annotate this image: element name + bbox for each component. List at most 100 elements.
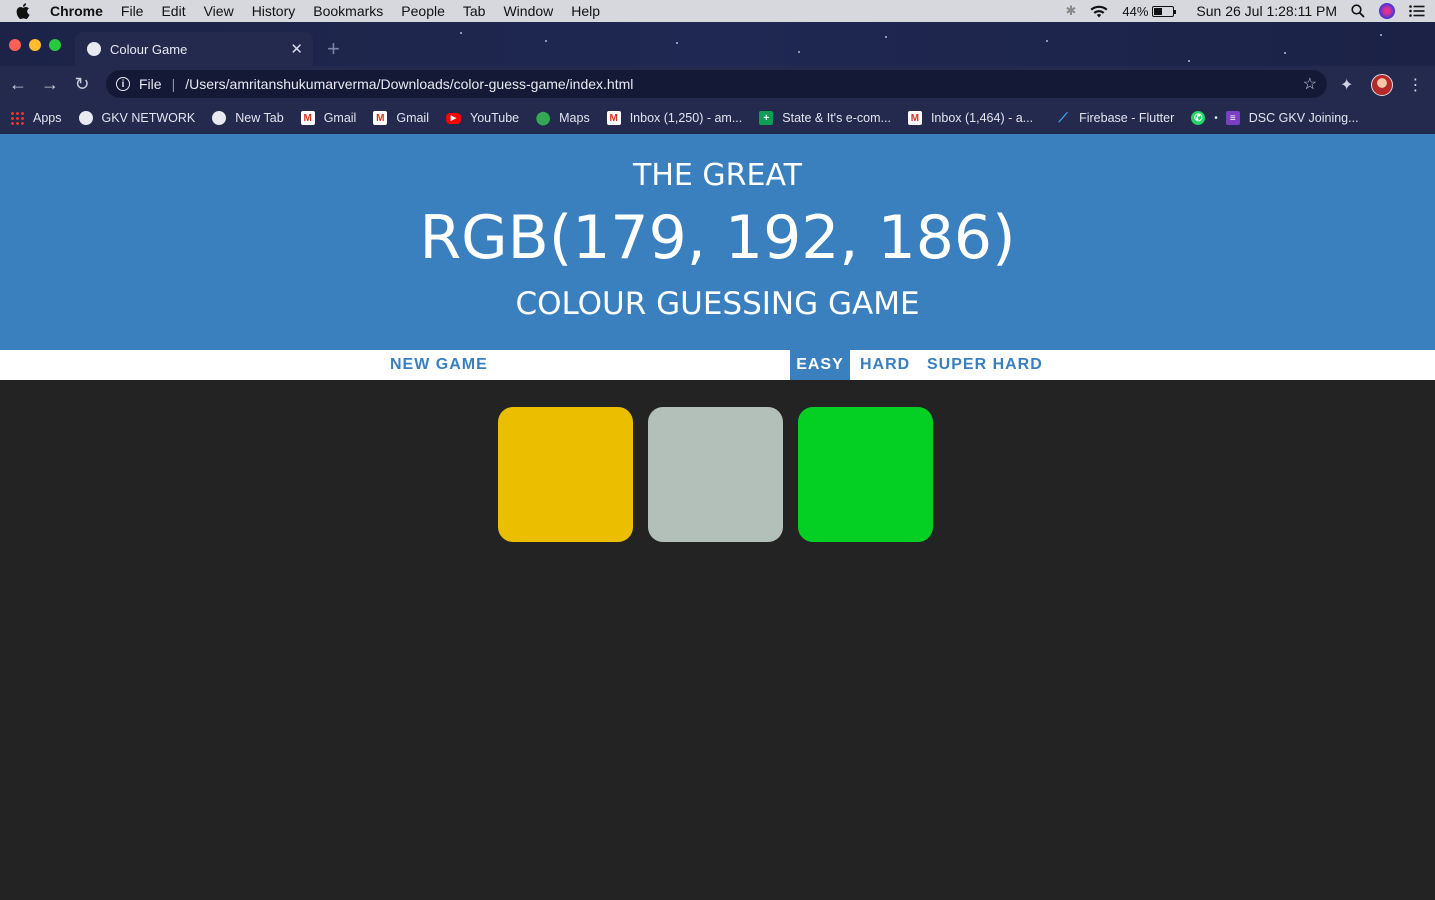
tab-title: Colour Game bbox=[110, 41, 188, 57]
new-tab-button[interactable]: + bbox=[327, 36, 340, 62]
url-text: /Users/amritanshukumarverma/Downloads/co… bbox=[185, 76, 634, 92]
color-square[interactable] bbox=[798, 407, 933, 542]
mode-super-hard-button[interactable]: SUPER HARD bbox=[921, 350, 1049, 380]
back-button[interactable]: ← bbox=[2, 74, 34, 95]
siri-icon[interactable] bbox=[1379, 3, 1395, 19]
bookmark-label: DSC GKV Joining... bbox=[1248, 111, 1359, 125]
menu-edit[interactable]: Edit bbox=[152, 3, 194, 19]
bookmark-state-ecom[interactable]: + State & It's e-com... bbox=[759, 111, 891, 125]
bookmark-label: YouTube bbox=[470, 111, 520, 125]
bookmark-whatsapp[interactable]: ✆ • bbox=[1191, 111, 1218, 125]
sheets-icon: + bbox=[759, 111, 774, 125]
maximize-window-button[interactable] bbox=[49, 39, 61, 51]
url-separator: | bbox=[171, 76, 176, 92]
menu-window[interactable]: Window bbox=[494, 3, 562, 19]
url-scheme-label: File bbox=[139, 76, 162, 92]
window-controls bbox=[9, 39, 69, 51]
bookmark-apps[interactable]: Apps bbox=[10, 111, 62, 125]
bookmark-label: New Tab bbox=[235, 111, 284, 125]
close-window-button[interactable] bbox=[9, 39, 21, 51]
globe-icon bbox=[87, 42, 101, 56]
gmail-icon: M bbox=[907, 111, 922, 125]
bookmark-label: Inbox (1,464) - a... bbox=[930, 111, 1034, 125]
menu-app-name[interactable]: Chrome bbox=[46, 3, 112, 19]
browser-toolbar: ← → ↻ i File | /Users/amritanshukumarver… bbox=[0, 66, 1435, 102]
maps-pin-icon: ⬤ bbox=[535, 110, 551, 125]
color-square[interactable] bbox=[498, 407, 633, 542]
menu-extras: ✱ 44% Sun 26 Jul 1:28:11 PM bbox=[1051, 3, 1435, 19]
bookmark-inbox-1250[interactable]: M Inbox (1,250) - am... bbox=[606, 111, 743, 125]
bookmark-label: Firebase - Flutter bbox=[1079, 111, 1175, 125]
bookmark-label: Maps bbox=[559, 111, 590, 125]
bookmark-new-tab[interactable]: New Tab bbox=[212, 111, 284, 125]
battery-status[interactable]: 44% bbox=[1122, 3, 1177, 19]
menu-help[interactable]: Help bbox=[562, 3, 609, 19]
bookmark-dsc-gkv[interactable]: ≡ DSC GKV Joining... bbox=[1225, 111, 1359, 125]
menu-tab[interactable]: Tab bbox=[454, 3, 495, 19]
spotlight-search-icon[interactable] bbox=[1351, 4, 1365, 18]
page-viewport: THE GREAT RGB(179, 192, 186) COLOUR GUES… bbox=[0, 134, 1435, 900]
bookmark-label: Inbox (1,250) - am... bbox=[629, 111, 743, 125]
bookmark-gmail-2[interactable]: M Gmail bbox=[373, 111, 429, 125]
whatsapp-icon: ✆ bbox=[1191, 111, 1206, 125]
header-line-title: COLOUR GUESSING GAME bbox=[515, 286, 920, 322]
battery-percent: 44% bbox=[1122, 3, 1149, 19]
tab-colour-game[interactable]: Colour Game ✕ bbox=[75, 32, 313, 66]
bookmark-gkv-network[interactable]: GKV NETWORK bbox=[78, 111, 196, 125]
browser-tab-strip: Colour Game ✕ + bbox=[0, 22, 1435, 66]
notification-center-icon[interactable] bbox=[1409, 5, 1425, 17]
apps-grid-icon bbox=[10, 111, 24, 125]
menu-history[interactable]: History bbox=[243, 3, 305, 19]
flutter-icon: ⟋ bbox=[1058, 110, 1068, 125]
globe-icon bbox=[212, 111, 227, 125]
forward-button[interactable]: → bbox=[34, 74, 66, 95]
bookmarks-bar: Apps GKV NETWORK New Tab M Gmail M Gmail ▶… bbox=[0, 102, 1435, 134]
bookmark-label: State & It's e-com... bbox=[782, 111, 891, 125]
new-game-button[interactable]: NEW GAME bbox=[384, 350, 494, 380]
gmail-icon: M bbox=[606, 111, 621, 125]
bluetooth-icon[interactable]: ✱ bbox=[1065, 3, 1076, 19]
youtube-icon: ▶ bbox=[446, 112, 461, 124]
bookmark-firebase-flutter[interactable]: ⟋ Firebase - Flutter bbox=[1056, 110, 1175, 125]
color-squares bbox=[498, 407, 948, 542]
gmail-icon: M bbox=[373, 111, 388, 125]
forms-icon: ≡ bbox=[1225, 111, 1240, 125]
chrome-menu-icon[interactable]: ⋮ bbox=[1407, 75, 1423, 95]
globe-icon bbox=[78, 111, 93, 125]
menu-view[interactable]: View bbox=[195, 3, 243, 19]
color-square[interactable] bbox=[648, 407, 783, 542]
macos-menu-bar: Chrome File Edit View History Bookmarks … bbox=[0, 0, 1435, 22]
controls-stripe: NEW GAME EASY HARD SUPER HARD bbox=[0, 350, 1435, 380]
battery-icon bbox=[1152, 5, 1177, 17]
reload-button[interactable]: ↻ bbox=[66, 74, 98, 95]
bookmark-dot: • bbox=[1214, 112, 1218, 124]
mode-hard-button[interactable]: HARD bbox=[854, 350, 916, 380]
address-bar[interactable]: i File | /Users/amritanshukumarverma/Dow… bbox=[106, 70, 1327, 98]
target-color-display: RGB(179, 192, 186) bbox=[419, 203, 1016, 273]
game-header: THE GREAT RGB(179, 192, 186) COLOUR GUES… bbox=[0, 134, 1435, 350]
bookmark-star-icon[interactable]: ☆ bbox=[1303, 74, 1317, 94]
extensions-puzzle-icon[interactable]: ✦ bbox=[1340, 75, 1353, 95]
bookmark-label: GKV NETWORK bbox=[101, 111, 196, 125]
gmail-icon: M bbox=[300, 111, 315, 125]
toolbar-actions: ✦ ⋮ bbox=[1340, 74, 1423, 96]
bookmark-gmail[interactable]: M Gmail bbox=[300, 111, 357, 125]
bookmark-label: Gmail bbox=[396, 111, 429, 125]
apple-menu-icon[interactable] bbox=[0, 3, 46, 19]
close-tab-icon[interactable]: ✕ bbox=[290, 40, 303, 58]
mode-easy-button[interactable]: EASY bbox=[790, 350, 850, 380]
bookmark-maps[interactable]: ⬤ Maps bbox=[535, 110, 590, 125]
menu-people[interactable]: People bbox=[392, 3, 454, 19]
bookmark-youtube[interactable]: ▶ YouTube bbox=[446, 111, 519, 125]
bookmark-label: Gmail bbox=[323, 111, 357, 125]
info-icon[interactable]: i bbox=[116, 77, 130, 91]
bookmark-label: Apps bbox=[33, 111, 62, 125]
menu-clock[interactable]: Sun 26 Jul 1:28:11 PM bbox=[1196, 3, 1337, 19]
menu-file[interactable]: File bbox=[112, 3, 153, 19]
header-line-the-great: THE GREAT bbox=[633, 158, 802, 193]
menu-bookmarks[interactable]: Bookmarks bbox=[304, 3, 392, 19]
minimize-window-button[interactable] bbox=[29, 39, 41, 51]
profile-avatar[interactable] bbox=[1371, 74, 1394, 96]
bookmark-inbox-1464[interactable]: M Inbox (1,464) - a... bbox=[907, 111, 1034, 125]
wifi-icon[interactable] bbox=[1090, 5, 1108, 18]
